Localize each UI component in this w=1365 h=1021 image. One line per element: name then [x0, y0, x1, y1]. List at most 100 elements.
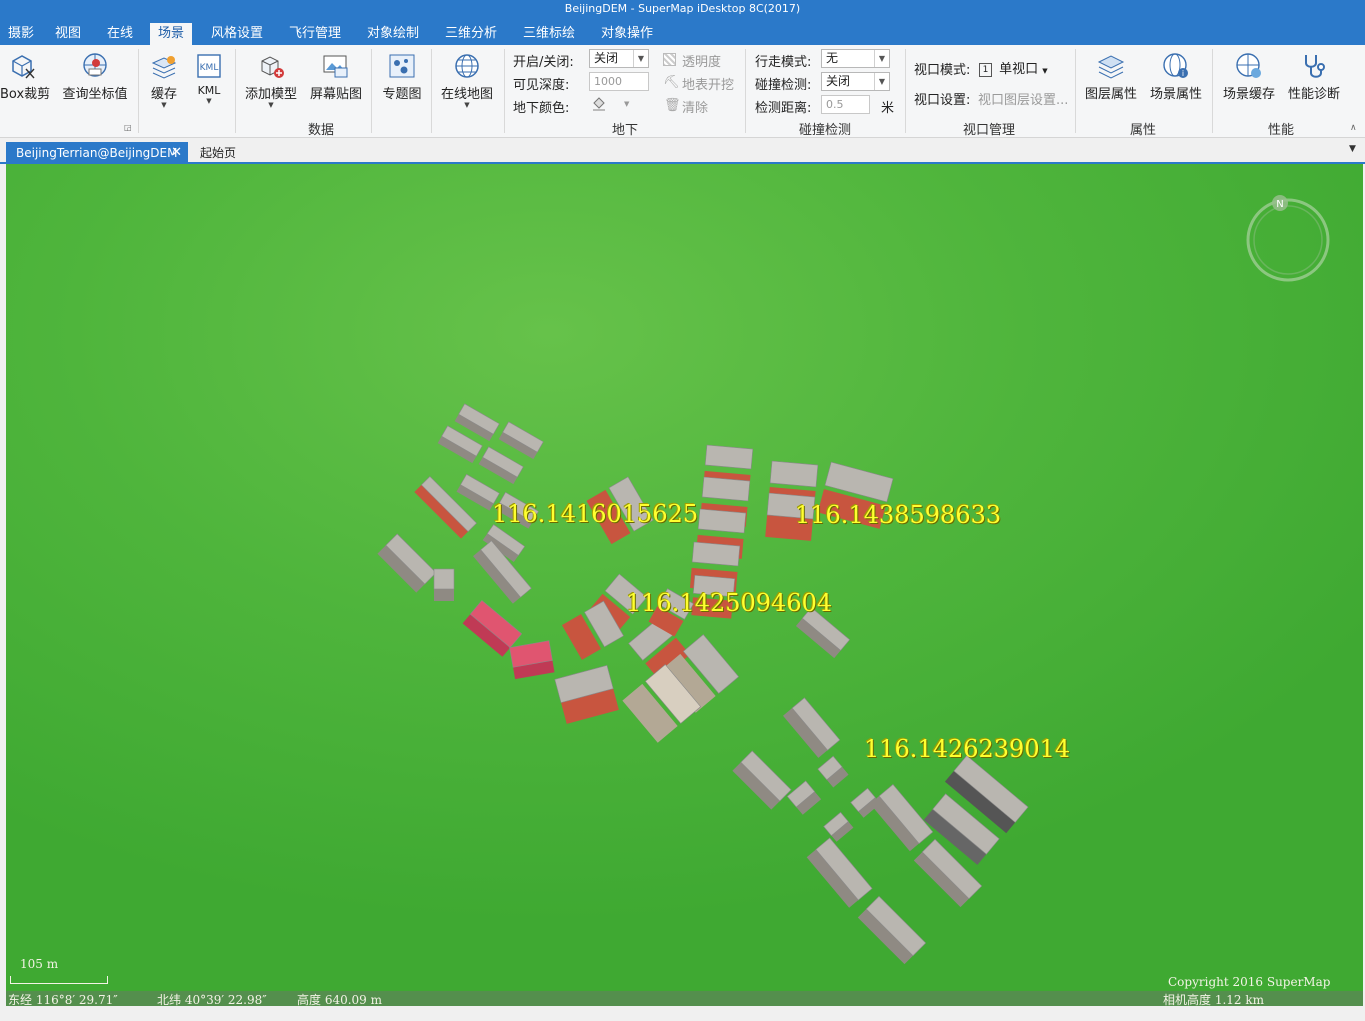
- building-block: [377, 533, 437, 593]
- thematic-map-button[interactable]: 专题图: [380, 51, 424, 102]
- compass-icon[interactable]: N: [1244, 194, 1332, 282]
- walk-mode-combo[interactable]: 无 ▼: [821, 49, 890, 68]
- status-bar: [0, 1006, 1365, 1021]
- excavate-icon: ⛏: [663, 75, 680, 90]
- scale-bar: [10, 976, 108, 984]
- collision-detect-combo[interactable]: 关闭 ▼: [821, 72, 890, 91]
- single-viewport-icon: 1: [979, 62, 992, 77]
- scene-cache-button[interactable]: 场景缓存: [1221, 51, 1277, 102]
- group-label-data: 数据: [308, 123, 335, 138]
- transparency-icon: [663, 53, 676, 66]
- viewport-mode-label: 视口模式:: [914, 63, 971, 78]
- dropdown-arrow-icon: ▼: [464, 101, 470, 109]
- dropdown-arrow-icon: ▼: [206, 97, 212, 105]
- kml-button[interactable]: KML KML ▼: [192, 51, 226, 105]
- scene-viewport[interactable]: 116.1416015625 116.1438598633 116.142509…: [6, 164, 1363, 1006]
- chevron-down-icon: ▼: [1042, 67, 1048, 75]
- underground-toggle-label: 开启/关闭:: [513, 55, 574, 70]
- visible-depth-input[interactable]: 1000: [589, 72, 649, 91]
- cache-button[interactable]: 缓存 ▼: [146, 51, 182, 109]
- building-block: [823, 811, 854, 842]
- separator: [1075, 49, 1076, 133]
- online-map-button[interactable]: 在线地图 ▼: [438, 51, 496, 109]
- separator: [745, 49, 746, 133]
- separator: [431, 49, 432, 133]
- menu-tab[interactable]: 三维标绘: [515, 23, 583, 45]
- building-block: [857, 895, 927, 965]
- excavate-button[interactable]: 地表开挖: [682, 74, 734, 93]
- performance-diagnosis-button[interactable]: 性能诊断: [1286, 51, 1342, 102]
- building-block: [433, 568, 455, 601]
- building-models: [377, 403, 1029, 965]
- layer-properties-button[interactable]: 图层属性: [1083, 51, 1139, 102]
- globe-query-icon: [83, 53, 107, 77]
- menu-tab[interactable]: 视图: [47, 23, 89, 45]
- add-model-button[interactable]: 添加模型 ▼: [243, 51, 299, 109]
- menu-tab[interactable]: 三维分析: [437, 23, 505, 45]
- detect-distance-label: 检测距离:: [755, 101, 812, 116]
- dropdown-arrow-icon: ▼: [161, 101, 167, 109]
- coordinate-label: 116.1438598633: [795, 501, 1002, 529]
- document-tab-bar: BeijingTerrian@BeijingDEM ✕ 起始页 ▼: [0, 139, 1365, 164]
- detect-distance-input[interactable]: 0.5: [821, 95, 870, 114]
- screen-image-button[interactable]: 屏幕贴图: [308, 51, 364, 102]
- menu-tab[interactable]: 摄影: [0, 23, 42, 45]
- window-title: BeijingDEM - SuperMap iDesktop 8C(2017): [0, 0, 1365, 20]
- menu-tab[interactable]: 风格设置: [203, 23, 271, 45]
- separator: [1212, 49, 1213, 133]
- globe-icon: [455, 54, 479, 78]
- chevron-up-icon[interactable]: ∧: [1350, 123, 1357, 133]
- kml-file-icon: KML: [197, 54, 221, 78]
- collision-detect-label: 碰撞检测:: [755, 78, 812, 93]
- tab-beijing-terrain[interactable]: BeijingTerrian@BeijingDEM ✕: [6, 142, 188, 164]
- scene-info-icon: i: [1163, 53, 1188, 78]
- close-icon[interactable]: ✕: [171, 142, 182, 164]
- building-block: [498, 421, 544, 460]
- coordinate-label: 116.1425094604: [626, 589, 833, 617]
- separator: [504, 49, 505, 133]
- group-label-underground: 地下: [612, 123, 639, 138]
- building-block: [732, 750, 792, 810]
- group-label-viewport: 视口管理: [963, 123, 1016, 138]
- menu-tab[interactable]: 飞行管理: [281, 23, 349, 45]
- trash-icon: 🗑: [664, 98, 681, 113]
- menu-tab[interactable]: 对象绘制: [359, 23, 427, 45]
- building-block: [478, 446, 524, 485]
- menu-tab[interactable]: 场景: [150, 23, 193, 45]
- viewport-mode-dropdown[interactable]: 1 单视口 ▼: [979, 58, 1048, 77]
- paint-bucket-icon[interactable]: [591, 95, 607, 111]
- stethoscope-icon: [1305, 55, 1325, 78]
- menu-tab[interactable]: 在线: [99, 23, 141, 45]
- viewport-layer-settings-button[interactable]: 视口图层设置...: [978, 89, 1068, 108]
- dropdown-arrow-icon: ▼: [268, 101, 274, 109]
- cache-layers-icon: [151, 56, 177, 79]
- tab-list-dropdown-icon[interactable]: ▼: [1349, 144, 1356, 154]
- distance-unit: 米: [881, 101, 895, 116]
- dialog-launcher-icon[interactable]: ◲: [124, 123, 132, 132]
- transparency-button[interactable]: 透明度: [682, 51, 721, 70]
- chevron-down-icon: ▼: [874, 73, 889, 90]
- underground-toggle-combo[interactable]: 关闭 ▼: [589, 49, 649, 68]
- viewport-settings-label: 视口设置:: [914, 93, 971, 108]
- svg-text:KML: KML: [200, 63, 219, 73]
- group-label-performance: 性能: [1268, 123, 1295, 138]
- chevron-down-icon[interactable]: ▼: [624, 100, 629, 108]
- box-clip-button[interactable]: Box裁剪: [0, 51, 50, 102]
- clear-button[interactable]: 清除: [682, 97, 708, 116]
- camera-height-readout: 相机高度 1.12 km: [1163, 993, 1264, 1006]
- building-block: [869, 784, 934, 852]
- building-block: [783, 697, 841, 758]
- scene-properties-button[interactable]: i 场景属性: [1148, 51, 1204, 102]
- building-block: [786, 780, 822, 815]
- separator: [138, 49, 139, 133]
- query-coord-button[interactable]: 查询坐标值: [60, 51, 130, 102]
- group-label-collision: 碰撞检测: [799, 123, 852, 138]
- visible-depth-label: 可见深度:: [513, 78, 570, 93]
- screen-image-icon: [323, 55, 348, 78]
- tab-start-page[interactable]: 起始页: [190, 142, 250, 164]
- building-block: [817, 755, 849, 788]
- coordinate-label: 116.1416015625: [492, 500, 699, 528]
- svg-text:i: i: [1182, 69, 1184, 78]
- thematic-map-icon: [389, 54, 415, 78]
- menu-tab[interactable]: 对象操作: [593, 23, 661, 45]
